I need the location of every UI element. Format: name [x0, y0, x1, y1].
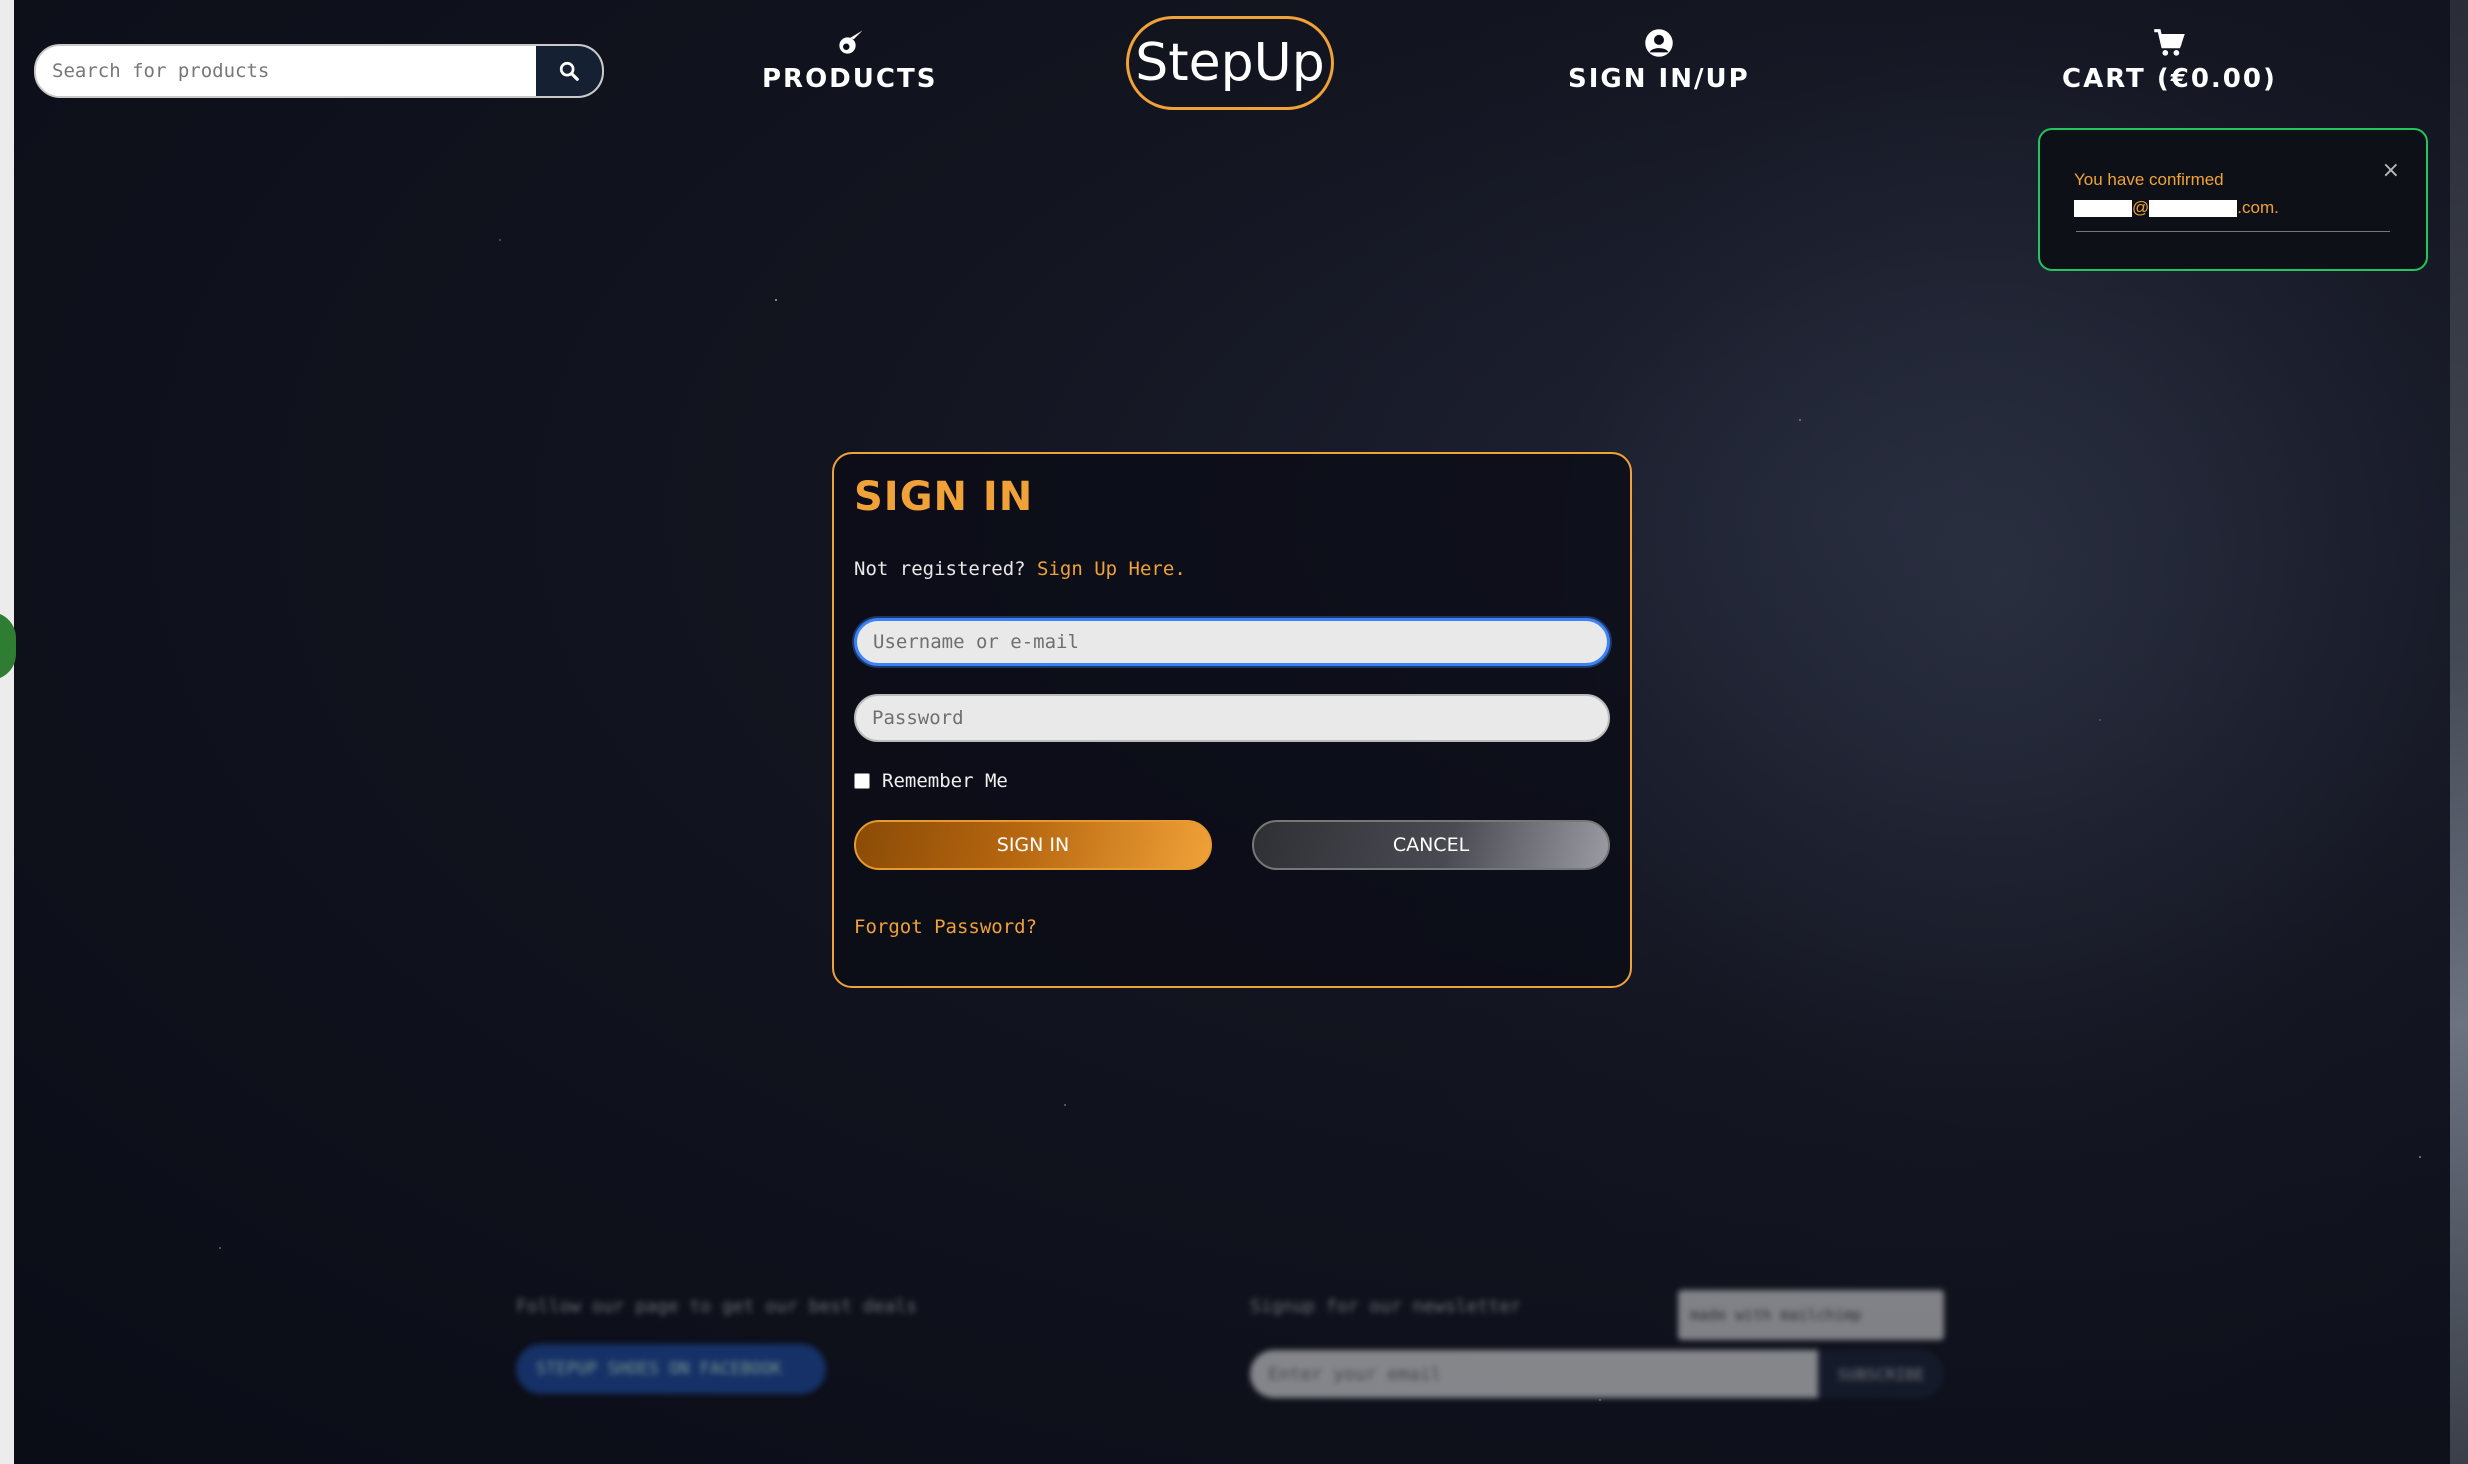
confirmation-toast: You have confirmed @ .com. × [2038, 128, 2428, 271]
not-registered-text: Not registered? [854, 558, 1026, 580]
username-input[interactable] [854, 618, 1610, 666]
left-window-edge [0, 0, 14, 1464]
right-scrollbar[interactable] [2450, 0, 2468, 1464]
email-suffix: .com. [2237, 198, 2279, 217]
nav-products-label: PRODUCTS [762, 64, 938, 94]
password-input[interactable] [854, 694, 1610, 742]
nav-signin-signup-label: SIGN IN/UP [1568, 64, 1750, 94]
redacted-email-user [2074, 200, 2132, 218]
search-icon [559, 61, 579, 81]
facebook-prompt: Follow our page to get our best deals [516, 1296, 917, 1317]
signin-button[interactable]: SIGN IN [854, 820, 1212, 870]
toast-message: You have confirmed @ .com. [2074, 166, 2392, 222]
user-circle-icon [1645, 29, 1673, 57]
newsletter-prompt: Signup for our newsletter [1250, 1296, 1521, 1317]
cart-icon [2154, 29, 2186, 56]
newsletter-email-input[interactable]: Enter your email [1250, 1350, 1818, 1398]
remember-me-checkbox[interactable] [854, 773, 870, 789]
nav-cart[interactable]: CART (€0.00) [2062, 28, 2277, 94]
remember-me: Remember Me [854, 770, 1008, 792]
email-at: @ [2132, 198, 2150, 217]
nav-products[interactable]: PRODUCTS [762, 28, 937, 94]
search-input[interactable] [36, 46, 536, 96]
search-bar [34, 44, 604, 98]
registration-prompt: Not registered? Sign Up Here. [854, 558, 1186, 580]
cancel-button[interactable]: CANCEL [1252, 820, 1610, 870]
signin-card: SIGN IN Not registered? Sign Up Here. Re… [832, 452, 1632, 988]
facebook-button[interactable]: STEPUP SHOES ON FACEBOOK [516, 1344, 826, 1394]
nav-signin-signup[interactable]: SIGN IN/UP [1568, 28, 1750, 94]
forgot-password-link[interactable]: Forgot Password? [854, 916, 1037, 938]
meteor-icon [839, 30, 863, 54]
search-button[interactable] [536, 46, 602, 96]
site-header: PRODUCTS StepUp SIGN IN/UP CART (€0.00) [0, 0, 2468, 130]
site-logo[interactable]: StepUp [1126, 16, 1334, 110]
signin-title: SIGN IN [854, 474, 1034, 520]
toast-divider [2076, 231, 2390, 232]
footer: Follow our page to get our best deals ST… [0, 1250, 2468, 1410]
close-icon[interactable]: × [2382, 158, 2400, 183]
mailchimp-badge[interactable]: made with mailchimp [1678, 1290, 1944, 1340]
nav-cart-label: CART (€0.00) [2062, 64, 2277, 94]
toast-message-prefix: You have confirmed [2074, 170, 2224, 189]
remember-me-label: Remember Me [882, 770, 1008, 792]
redacted-email-domain [2149, 200, 2238, 218]
subscribe-button[interactable]: SUBSCRIBE [1818, 1350, 1944, 1398]
signup-link[interactable]: Sign Up Here. [1037, 558, 1186, 580]
